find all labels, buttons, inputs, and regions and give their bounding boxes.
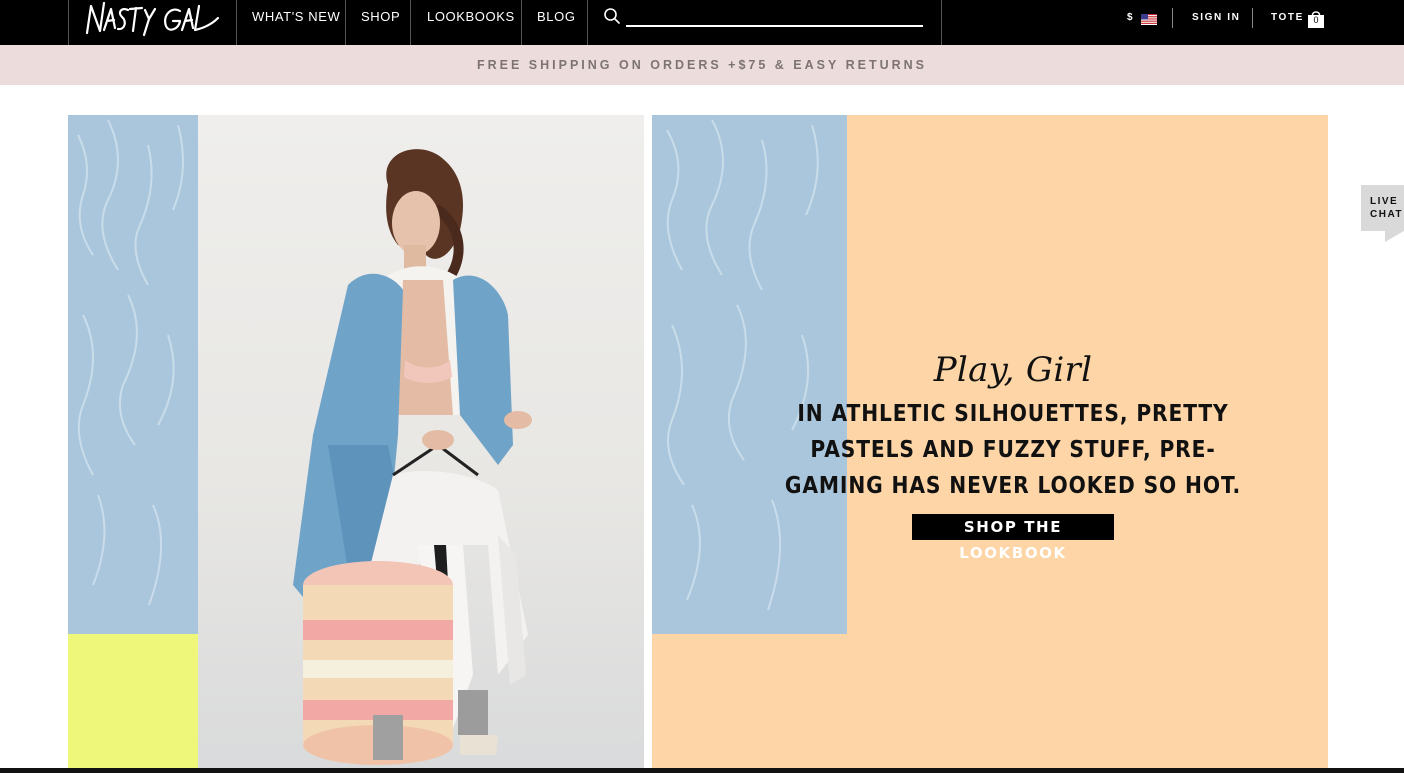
nav-divider <box>345 0 346 45</box>
hero-photo-panel <box>68 115 644 773</box>
currency-selector[interactable]: $ <box>1127 0 1134 36</box>
live-chat-label-line2: CHAT <box>1370 209 1404 220</box>
search-icon[interactable] <box>603 7 621 25</box>
model-photo <box>198 115 644 773</box>
bottom-edge-bar <box>0 768 1404 773</box>
live-chat-tab-tail <box>1385 231 1404 242</box>
nav-divider <box>410 0 411 45</box>
free-shipping-banner[interactable]: FREE SHIPPING ON ORDERS +$75 & EASY RETU… <box>0 45 1404 85</box>
nav-divider <box>68 0 69 45</box>
live-chat-tab[interactable]: LIVE CHAT <box>1361 185 1404 231</box>
sign-in-link[interactable]: SIGN IN <box>1192 0 1240 36</box>
nav-blog[interactable]: BLOG <box>537 0 576 45</box>
nav-divider <box>1252 8 1253 28</box>
nav-divider <box>941 0 942 45</box>
nav-divider <box>1172 8 1173 28</box>
hero-script-title: Play, Girl <box>933 350 1093 390</box>
hero-headline: IN ATHLETIC SILHOUETTES, PRETTY PASTELS … <box>784 401 1242 499</box>
tote-link[interactable]: TOTE <box>1271 0 1304 36</box>
hero-copy: Play, Girl IN ATHLETIC SILHOUETTES, PRET… <box>728 348 1298 504</box>
tote-count-badge: 0 <box>1313 15 1319 25</box>
logo-script-mark <box>85 1 220 37</box>
live-chat-label-line1: LIVE <box>1370 196 1399 207</box>
search-input[interactable] <box>626 5 923 27</box>
nav-shop[interactable]: SHOP <box>361 0 400 45</box>
hero-banner[interactable]: Play, Girl IN ATHLETIC SILHOUETTES, PRET… <box>68 115 1328 773</box>
shop-the-lookbook-button[interactable]: SHOP THE LOOKBOOK <box>912 514 1114 562</box>
nasty-gal-logo[interactable] <box>84 0 224 40</box>
nav-whats-new[interactable]: WHAT'S NEW <box>252 0 340 45</box>
us-flag-icon[interactable] <box>1141 12 1157 25</box>
nav-divider <box>521 0 522 45</box>
nav-divider <box>236 0 237 45</box>
nav-divider <box>587 0 588 45</box>
yellow-color-block <box>68 634 198 773</box>
top-navigation-bar: WHAT'S NEW SHOP LOOKBOOKS BLOG $ SIGN IN… <box>0 0 1404 45</box>
fur-texture <box>68 115 198 634</box>
nav-lookbooks[interactable]: LOOKBOOKS <box>427 0 515 45</box>
